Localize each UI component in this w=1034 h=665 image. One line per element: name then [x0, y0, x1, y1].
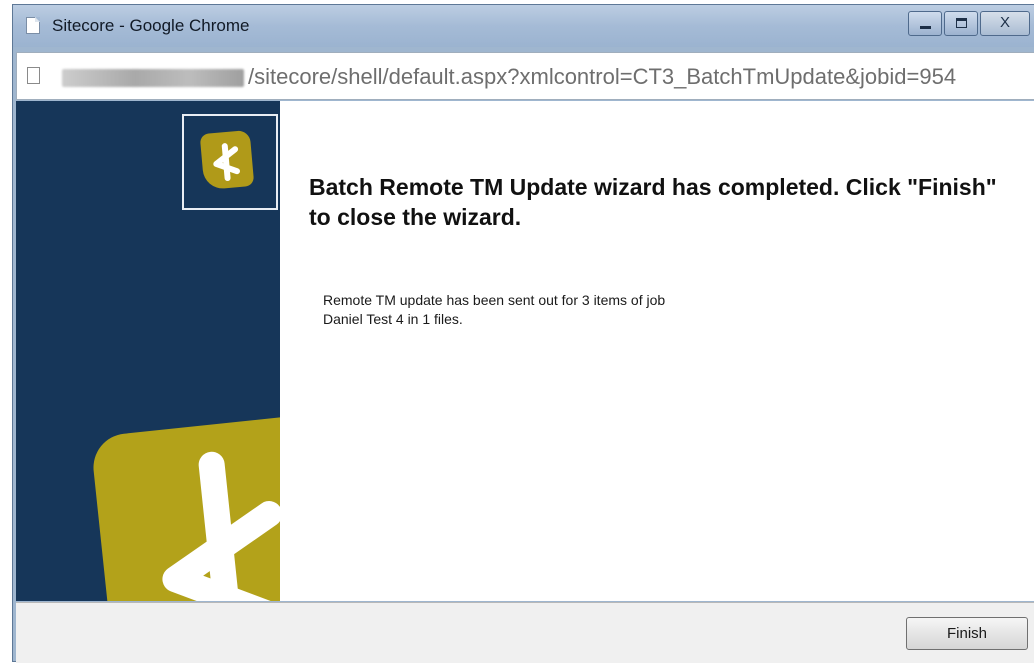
wizard-footer: Finish — [16, 602, 1034, 663]
page-icon — [26, 17, 40, 34]
browser-popup-window: Sitecore - Google Chrome X /sitecore/she… — [12, 4, 1034, 663]
maximize-button[interactable] — [944, 11, 978, 36]
finish-button[interactable]: Finish — [906, 617, 1028, 650]
url-host-redacted — [62, 69, 244, 87]
sitecore-logo-large-icon — [90, 410, 280, 601]
title-bar[interactable]: Sitecore - Google Chrome X — [13, 5, 1034, 47]
maximize-icon — [956, 18, 967, 28]
window-title: Sitecore - Google Chrome — [52, 16, 250, 35]
wizard-content: Batch Remote TM Update wizard has comple… — [16, 101, 1034, 601]
address-bar[interactable]: /sitecore/shell/default.aspx?xmlcontrol=… — [16, 52, 1034, 100]
wizard-message: Remote TM update has been sent out for 3… — [323, 291, 783, 329]
page-icon — [27, 67, 40, 84]
wizard-heading: Batch Remote TM Update wizard has comple… — [309, 174, 997, 230]
message-line: Remote TM update has been sent out for 3… — [323, 292, 666, 308]
minimize-icon — [920, 26, 931, 29]
minimize-button[interactable] — [908, 11, 942, 36]
message-line: Daniel Test 4 in 1 files. — [323, 311, 463, 327]
sitecore-logo-icon — [199, 129, 255, 191]
logo-frame — [182, 114, 278, 210]
wizard-sidebar — [16, 101, 280, 601]
window-controls: X — [906, 11, 1030, 37]
close-icon: X — [999, 14, 1010, 31]
url-text: /sitecore/shell/default.aspx?xmlcontrol=… — [248, 64, 957, 89]
close-button[interactable]: X — [980, 11, 1030, 36]
